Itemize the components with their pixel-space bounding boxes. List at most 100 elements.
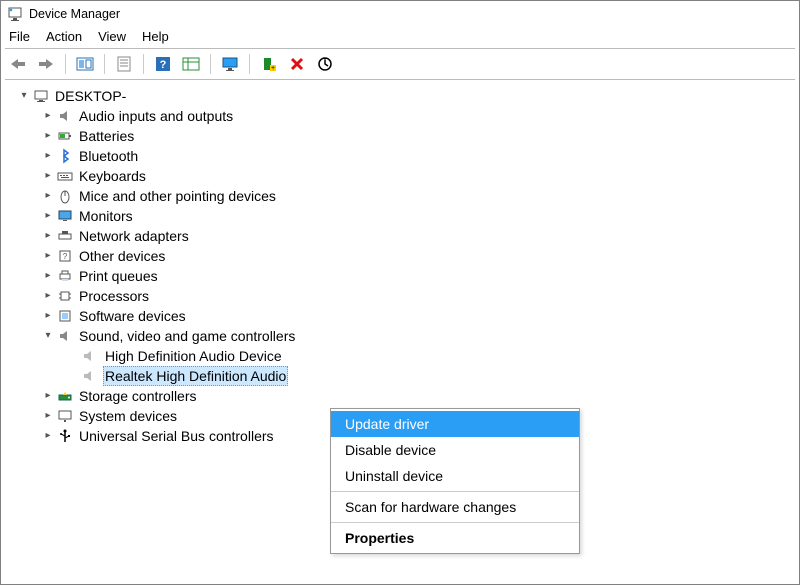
chevron-right-icon[interactable]: ▸ xyxy=(41,246,55,266)
device-category-icon xyxy=(57,388,73,404)
chevron-right-icon[interactable]: ▸ xyxy=(41,106,55,126)
tree-item-label: System devices xyxy=(79,406,177,426)
menu-help[interactable]: Help xyxy=(142,29,169,44)
app-icon xyxy=(7,6,23,22)
tree-item-label: Mice and other pointing devices xyxy=(79,186,276,206)
toolbar-separator xyxy=(143,54,144,74)
chevron-right-icon[interactable]: ▸ xyxy=(41,166,55,186)
show-hidden-button[interactable] xyxy=(74,53,96,75)
chevron-right-icon[interactable]: ▸ xyxy=(41,226,55,246)
menu-action[interactable]: Action xyxy=(46,29,82,44)
tree-item-label: Universal Serial Bus controllers xyxy=(79,426,274,446)
chevron-right-icon[interactable]: ▸ xyxy=(41,266,55,286)
ctx-properties[interactable]: Properties xyxy=(331,525,579,551)
chevron-right-icon[interactable]: ▸ xyxy=(41,406,55,426)
tree-item[interactable]: ▸ Audio inputs and outputs xyxy=(3,106,797,126)
chevron-right-icon[interactable]: ▸ xyxy=(41,126,55,146)
tree-item-label: Print queues xyxy=(79,266,158,286)
menu-view[interactable]: View xyxy=(98,29,126,44)
device-category-icon: ? xyxy=(57,248,73,264)
tree-item-child-label: High Definition Audio Device xyxy=(103,346,284,366)
device-category-icon xyxy=(57,188,73,204)
tree-item[interactable]: ▸ Keyboards xyxy=(3,166,797,186)
tree-root-label: DESKTOP- xyxy=(55,86,126,106)
tree-item-label: Keyboards xyxy=(79,166,146,186)
svg-text:?: ? xyxy=(63,252,68,261)
device-category-icon xyxy=(57,288,73,304)
tree-item-label: Network adapters xyxy=(79,226,189,246)
tree-item[interactable]: ▾ Sound, video and game controllers xyxy=(3,326,797,346)
menubar: File Action View Help xyxy=(1,27,799,48)
chevron-down-icon[interactable]: ▾ xyxy=(17,86,31,106)
device-icon xyxy=(81,368,97,384)
device-category-icon xyxy=(57,308,73,324)
device-category-icon xyxy=(57,408,73,424)
chevron-down-icon[interactable]: ▾ xyxy=(41,326,55,346)
tree-item[interactable]: ▸ Processors xyxy=(3,286,797,306)
device-category-icon xyxy=(57,328,73,344)
tree-item[interactable]: ▸ Storage controllers xyxy=(3,386,797,406)
menu-file[interactable]: File xyxy=(9,29,30,44)
toolbar-separator xyxy=(104,54,105,74)
ctx-disable-device[interactable]: Disable device xyxy=(331,437,579,463)
tree-item[interactable]: ▸ Batteries xyxy=(3,126,797,146)
tree-root[interactable]: ▾ DESKTOP- xyxy=(3,86,797,106)
tree-item-child-label: Realtek High Definition Audio xyxy=(103,366,288,386)
tree-item-label: Processors xyxy=(79,286,149,306)
monitor-button[interactable] xyxy=(219,53,241,75)
device-category-icon xyxy=(57,428,73,444)
details-button[interactable] xyxy=(180,53,202,75)
ctx-update-driver[interactable]: Update driver xyxy=(331,411,579,437)
device-icon xyxy=(81,348,97,364)
chevron-right-icon[interactable]: ▸ xyxy=(41,286,55,306)
tree-item-label: Storage controllers xyxy=(79,386,197,406)
ctx-scan-hardware[interactable]: Scan for hardware changes xyxy=(331,494,579,520)
ctx-divider xyxy=(331,522,579,523)
device-category-icon xyxy=(57,268,73,284)
device-category-icon xyxy=(57,208,73,224)
tree-item-label: Other devices xyxy=(79,246,165,266)
chevron-right-icon[interactable]: ▸ xyxy=(41,186,55,206)
tree-item-label: Software devices xyxy=(79,306,186,326)
tree-item-label: Sound, video and game controllers xyxy=(79,326,295,346)
forward-button[interactable] xyxy=(35,53,57,75)
tree-item[interactable]: ▸ Network adapters xyxy=(3,226,797,246)
chevron-right-icon[interactable]: ▸ xyxy=(41,426,55,446)
chevron-right-icon[interactable]: ▸ xyxy=(41,146,55,166)
device-category-icon xyxy=(57,228,73,244)
svg-text:?: ? xyxy=(160,59,167,71)
toolbar-separator xyxy=(65,54,66,74)
device-category-icon xyxy=(57,168,73,184)
tree-item[interactable]: ▸ Bluetooth xyxy=(3,146,797,166)
tree-item[interactable]: ▸ ? Other devices xyxy=(3,246,797,266)
window-title: Device Manager xyxy=(29,7,120,21)
device-tree: ▾ DESKTOP- ▸ Audio inputs and outputs ▸ … xyxy=(1,80,799,452)
tree-item-label: Monitors xyxy=(79,206,133,226)
toolbar: ? + xyxy=(1,49,799,79)
chevron-right-icon[interactable]: ▸ xyxy=(41,206,55,226)
tree-item[interactable]: ▸ Software devices xyxy=(3,306,797,326)
tree-item-child[interactable]: Realtek High Definition Audio xyxy=(3,366,797,386)
ctx-divider xyxy=(331,491,579,492)
device-category-icon xyxy=(57,148,73,164)
tree-item[interactable]: ▸ Mice and other pointing devices xyxy=(3,186,797,206)
chevron-right-icon[interactable]: ▸ xyxy=(41,306,55,326)
device-category-icon xyxy=(57,108,73,124)
toolbar-separator xyxy=(210,54,211,74)
titlebar: Device Manager xyxy=(1,1,799,27)
tree-item-label: Audio inputs and outputs xyxy=(79,106,233,126)
tree-item[interactable]: ▸ Print queues xyxy=(3,266,797,286)
context-menu: Update driver Disable device Uninstall d… xyxy=(330,408,580,554)
tree-item-child[interactable]: High Definition Audio Device xyxy=(3,346,797,366)
ctx-uninstall-device[interactable]: Uninstall device xyxy=(331,463,579,489)
scan-button[interactable] xyxy=(314,53,336,75)
tree-item-label: Batteries xyxy=(79,126,134,146)
help-button[interactable]: ? xyxy=(152,53,174,75)
chevron-right-icon[interactable]: ▸ xyxy=(41,386,55,406)
tree-item[interactable]: ▸ Monitors xyxy=(3,206,797,226)
add-legacy-button[interactable]: + xyxy=(258,53,280,75)
toolbar-separator xyxy=(249,54,250,74)
uninstall-button[interactable] xyxy=(286,53,308,75)
properties-button[interactable] xyxy=(113,53,135,75)
back-button[interactable] xyxy=(7,53,29,75)
